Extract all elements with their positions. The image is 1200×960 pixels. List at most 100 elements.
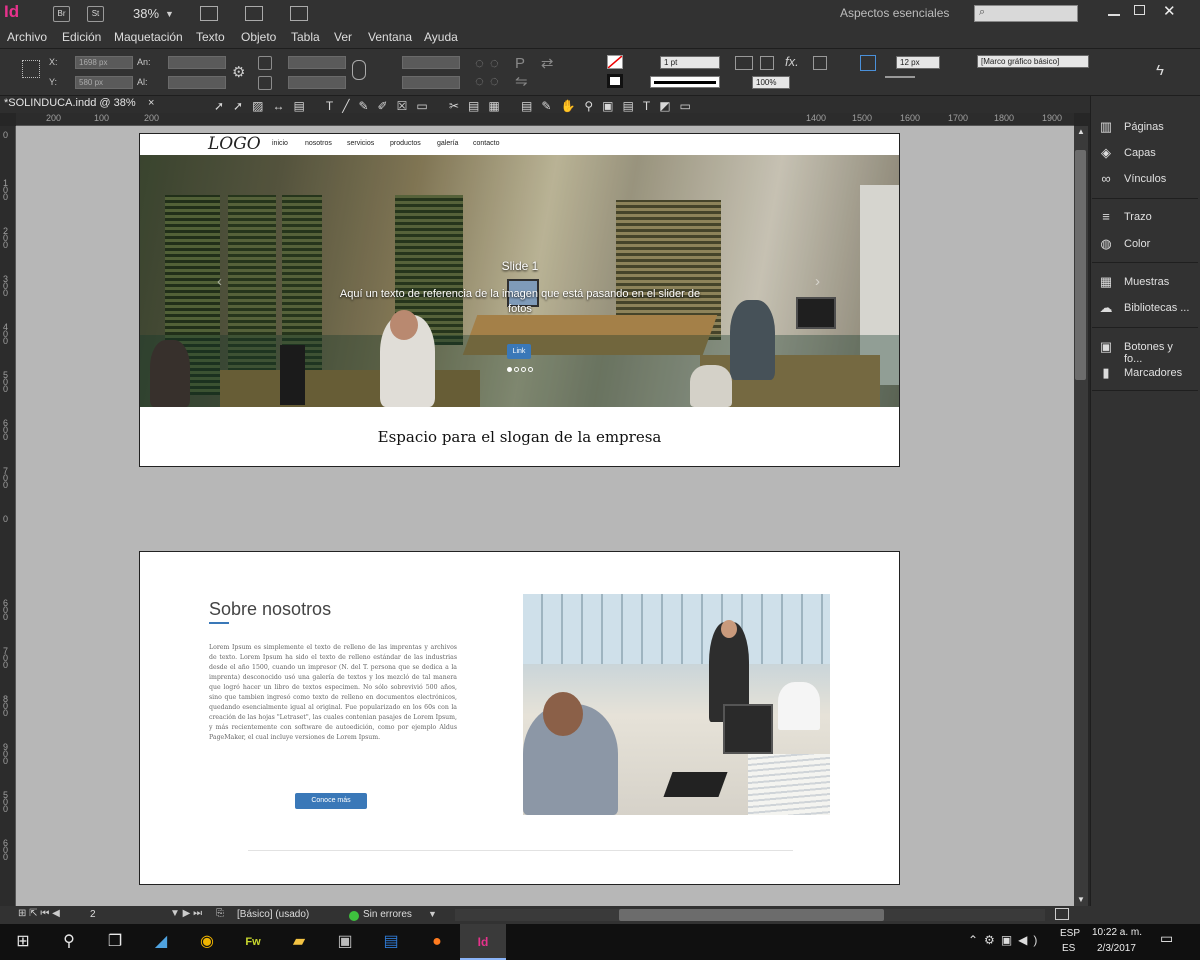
stroke-weight-field[interactable]: 1 pt	[660, 56, 720, 69]
indicator-dot[interactable]	[521, 367, 526, 372]
system-tray-icons[interactable]: ⌃⚙▣◀)	[968, 933, 1043, 947]
scroll-down-icon[interactable]: ▼	[1077, 895, 1085, 904]
stroke-swatch[interactable]	[607, 74, 623, 88]
indicator-dot[interactable]	[507, 367, 512, 372]
panel-marcadores[interactable]: ▮ Marcadores	[1098, 363, 1194, 385]
shear-field[interactable]	[402, 76, 460, 89]
panel-muestras[interactable]: ▦ Muestras	[1098, 272, 1194, 294]
reference-point-icon[interactable]	[22, 60, 40, 78]
chrome-icon[interactable]: ◉	[184, 924, 230, 960]
learn-more-button[interactable]: Conoce más	[295, 793, 367, 809]
panel-vinculos[interactable]: ∞ Vínculos	[1098, 169, 1194, 191]
scrollbar-thumb[interactable]	[1075, 150, 1086, 380]
shadow-icon[interactable]	[760, 56, 774, 70]
stock-button[interactable]: St	[87, 6, 104, 22]
view-options-icon[interactable]	[200, 6, 218, 21]
slider-indicators[interactable]	[507, 367, 533, 373]
page-nav-icons[interactable]: ⊞ ⇱ ⏮ ◀	[18, 908, 60, 919]
language-indicator-sub[interactable]: ES	[1062, 943, 1075, 954]
firefox-icon[interactable]: ●	[414, 924, 460, 960]
workspace-switcher[interactable]: Aspectos esenciales	[840, 6, 949, 20]
panel-color[interactable]: ◍ Color	[1098, 234, 1194, 256]
corner-size-field[interactable]: 12 px	[896, 56, 940, 69]
corner-shape-select[interactable]	[885, 76, 915, 86]
text-wrap-icon[interactable]	[735, 56, 753, 70]
page-nav-next-icons[interactable]: ▼ ▶ ⏭	[170, 908, 202, 919]
windows-start-icon[interactable]: ⊞	[0, 924, 46, 960]
task-view-icon[interactable]: ❐	[92, 924, 138, 960]
menu-archivo[interactable]: Archivo	[7, 30, 47, 44]
split-window-icon[interactable]	[1055, 908, 1069, 920]
language-indicator[interactable]: ESP	[1060, 928, 1080, 939]
nav-link-inicio[interactable]: inicio	[272, 140, 288, 147]
hero-slider-image[interactable]: ‹ › Slide 1 Aquí un texto de referencia …	[140, 155, 899, 407]
menu-maquetacion[interactable]: Maquetación	[114, 30, 183, 44]
clock-time[interactable]: 10:22 a. m.	[1092, 927, 1142, 938]
lightning-icon[interactable]: ϟ	[1156, 62, 1164, 79]
chevron-down-icon[interactable]: ▼	[428, 909, 437, 919]
fireworks-icon[interactable]: Fw	[230, 924, 276, 960]
rotate-field[interactable]	[402, 56, 460, 69]
object-style-select[interactable]: [Marco gráfico básico]	[977, 55, 1089, 68]
restore-icon[interactable]	[1134, 5, 1145, 15]
close-icon[interactable]: ✕	[1163, 2, 1176, 20]
preflight-status-text[interactable]: Sin errores	[363, 909, 412, 920]
panel-paginas[interactable]: ▥ Páginas	[1098, 117, 1194, 139]
menu-objeto[interactable]: Objeto	[241, 30, 276, 44]
page-1[interactable]: LOGO inicio nosotros servicios productos…	[139, 133, 900, 467]
search-input[interactable]: ⌕	[974, 5, 1078, 22]
notifications-icon[interactable]: ▭	[1160, 930, 1173, 947]
indicator-dot[interactable]	[528, 367, 533, 372]
page-number-field[interactable]: 2	[90, 909, 96, 920]
panel-capas[interactable]: ◈ Capas	[1098, 143, 1194, 165]
menu-ventana[interactable]: Ventana	[368, 30, 412, 44]
minimize-icon[interactable]	[1108, 14, 1120, 16]
corner-options-icon[interactable]	[860, 55, 876, 71]
bridge-button[interactable]: Br	[53, 6, 70, 22]
scroll-up-icon[interactable]: ▲	[1077, 127, 1085, 136]
effects-icon[interactable]: fx.	[785, 54, 799, 69]
constrain-proportions-icon[interactable]: ⚙	[232, 63, 245, 81]
panel-trazo[interactable]: ≡ Trazo	[1098, 207, 1194, 229]
menu-tabla[interactable]: Tabla	[291, 30, 320, 44]
nav-link-productos[interactable]: productos	[390, 140, 421, 147]
link-icon[interactable]	[352, 60, 366, 80]
chevron-down-icon[interactable]: ▼	[165, 9, 174, 19]
scale-y-field[interactable]	[288, 76, 346, 89]
arrange-documents-icon[interactable]	[290, 6, 308, 21]
nav-link-servicios[interactable]: servicios	[347, 140, 374, 147]
height-field[interactable]	[168, 76, 226, 89]
transform-icons[interactable]: ◌◌ P ⇄ ◌◌ ⇋	[475, 54, 595, 90]
x-field[interactable]: 1698 px	[75, 56, 133, 69]
screen-mode-icon[interactable]	[245, 6, 263, 21]
nav-link-galeria[interactable]: galería	[437, 140, 458, 147]
align-icon[interactable]	[813, 56, 827, 70]
nav-link-contacto[interactable]: contacto	[473, 140, 499, 147]
menu-ayuda[interactable]: Ayuda	[424, 30, 458, 44]
nav-link-nosotros[interactable]: nosotros	[305, 140, 332, 147]
zoom-level[interactable]: 38%	[133, 6, 159, 21]
indesign-taskbar-icon[interactable]: Id	[460, 924, 506, 960]
slider-prev-icon[interactable]: ‹	[217, 273, 222, 290]
file-explorer-icon[interactable]: ▰	[276, 924, 322, 960]
slider-next-icon[interactable]: ›	[815, 273, 820, 290]
taskbar-app-icon[interactable]: ◢	[138, 924, 184, 960]
document-tab[interactable]: *SOLINDUCA.indd @ 38%	[4, 97, 136, 109]
page-2[interactable]: Sobre nosotros Lorem Ipsum es simplement…	[139, 551, 900, 885]
search-icon[interactable]: ⚲	[46, 924, 92, 960]
horizontal-scroll-thumb[interactable]	[619, 909, 884, 921]
clock-date[interactable]: 2/3/2017	[1097, 943, 1136, 954]
indicator-dot[interactable]	[514, 367, 519, 372]
width-field[interactable]	[168, 56, 226, 69]
slide-link-button[interactable]: Link	[507, 344, 531, 359]
opacity-field[interactable]: 100%	[752, 76, 790, 89]
menu-ver[interactable]: Ver	[334, 30, 352, 44]
remote-desktop-icon[interactable]: ▤	[368, 924, 414, 960]
open-page-icon[interactable]: ⎘	[216, 908, 224, 919]
panel-botones[interactable]: ▣ Botones y fo...	[1098, 337, 1194, 366]
scale-x-field[interactable]	[288, 56, 346, 69]
panel-bibliotecas[interactable]: ☁ Bibliotecas ...	[1098, 298, 1194, 320]
command-prompt-icon[interactable]: ▣	[322, 924, 368, 960]
stroke-type-select[interactable]	[650, 76, 720, 88]
menu-texto[interactable]: Texto	[196, 30, 225, 44]
